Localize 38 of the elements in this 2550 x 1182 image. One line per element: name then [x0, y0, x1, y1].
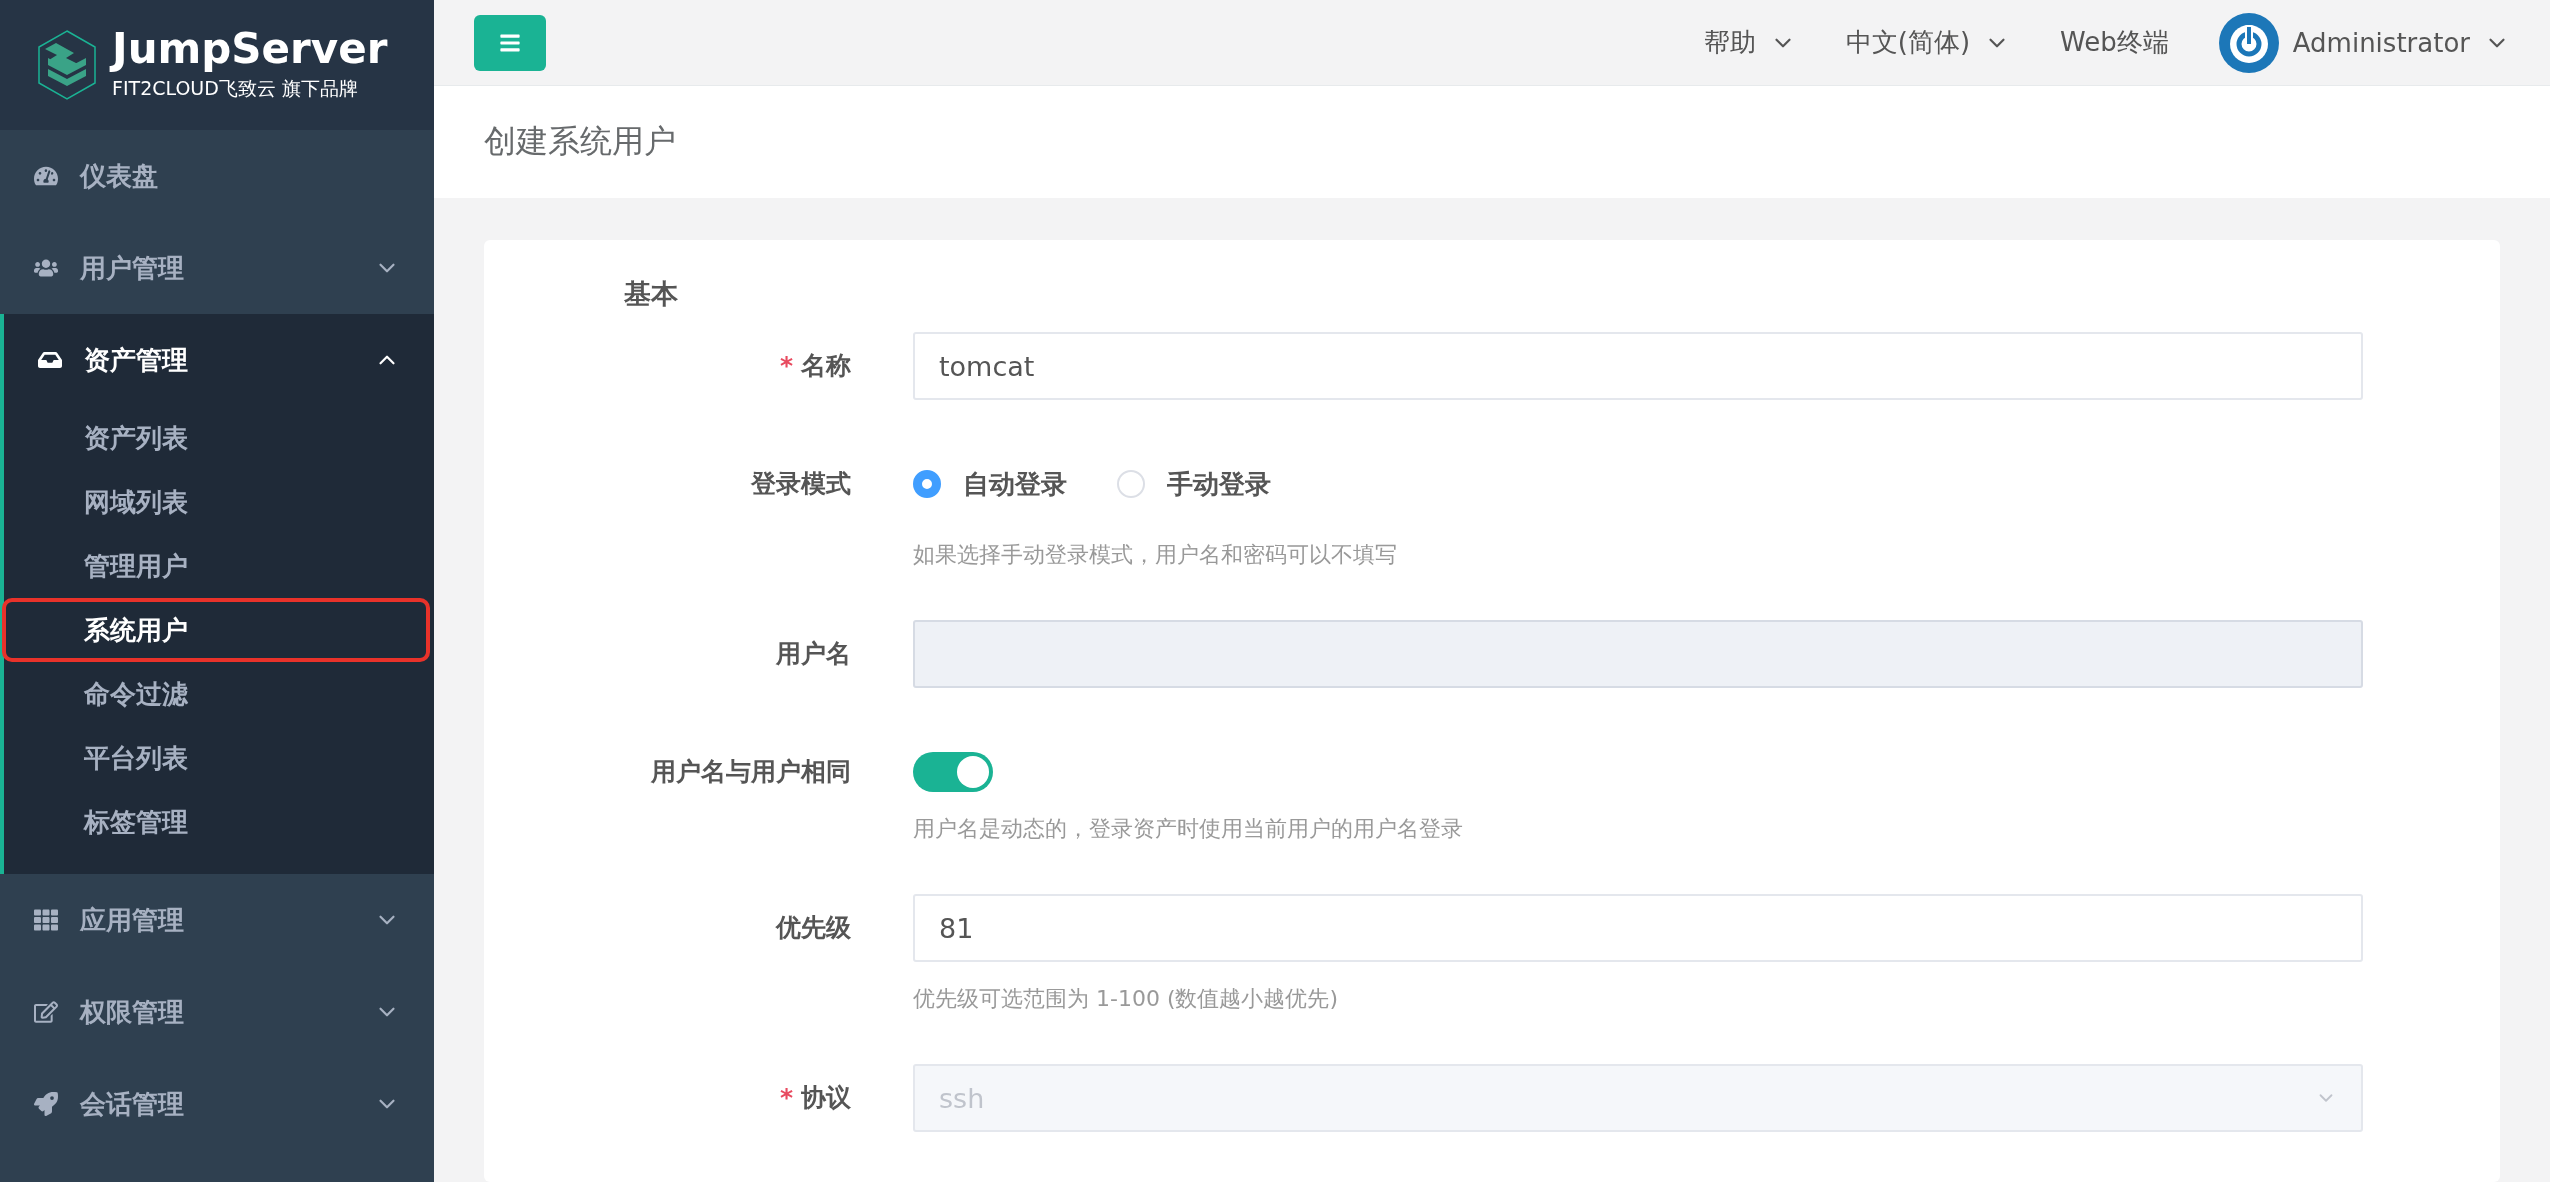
- sidebar-item[interactable]: 应用管理: [0, 874, 434, 966]
- hint-text: 如果选择手动登录模式，用户名和密码可以不填写: [913, 541, 1398, 569]
- field-label: * 协议: [779, 1082, 851, 1114]
- toggle-switch[interactable]: [913, 752, 993, 792]
- sidebar-subitem[interactable]: 命令过滤: [2, 662, 430, 726]
- nav-dropdown[interactable]: 帮助: [1703, 25, 1796, 61]
- field-label: 用户名: [776, 638, 851, 670]
- radio-option[interactable]: 手动登录: [1117, 466, 1271, 502]
- field-label: 登录模式: [751, 468, 851, 500]
- nav-dropdown[interactable]: 中文(简体): [1845, 25, 2011, 61]
- menu-button[interactable]: [474, 14, 546, 71]
- page-title: 创建系统用户: [484, 121, 676, 163]
- input-field[interactable]: tomcat: [913, 332, 2363, 400]
- sidebar-subitem[interactable]: 系统用户: [2, 598, 430, 662]
- hint-text: 用户名是动态的，登录资产时使用当前用户的用户名登录: [913, 815, 1464, 843]
- section-title: 基本: [624, 277, 679, 311]
- field-label: * 名称: [779, 350, 851, 382]
- sidebar-item[interactable]: 会话管理: [0, 1058, 434, 1150]
- user-menu[interactable]: Administrator: [2218, 12, 2510, 73]
- field-label: 优先级: [776, 912, 851, 944]
- logo-tagline: FIT2CLOUD飞致云 旗下品牌: [112, 76, 359, 101]
- nav-link[interactable]: Web终端: [2060, 25, 2169, 61]
- sidebar-subitem[interactable]: 标签管理: [2, 790, 430, 854]
- radio-option[interactable]: 自动登录: [913, 466, 1067, 502]
- sidebar-subitem[interactable]: 平台列表: [2, 726, 430, 790]
- user-name: Administrator: [2292, 27, 2470, 58]
- sidebar-subitem[interactable]: 资产列表: [2, 406, 430, 470]
- input-field[interactable]: 81: [913, 894, 2363, 962]
- sidebar-item[interactable]: 权限管理: [0, 966, 434, 1058]
- sidebar-subitem[interactable]: 网域列表: [2, 470, 430, 534]
- logo-icon: [36, 29, 98, 101]
- sidebar-item[interactable]: 用户管理: [0, 222, 434, 314]
- hint-text: 优先级可选范围为 1-100 (数值越小越优先): [913, 985, 1340, 1013]
- sidebar-item[interactable]: 仪表盘: [0, 130, 434, 222]
- sidebar-item[interactable]: 资产管理: [4, 314, 434, 406]
- sidebar-subitem[interactable]: 管理用户: [2, 534, 430, 598]
- avatar-icon: [2218, 12, 2279, 73]
- field-label: 用户名与用户相同: [651, 756, 851, 788]
